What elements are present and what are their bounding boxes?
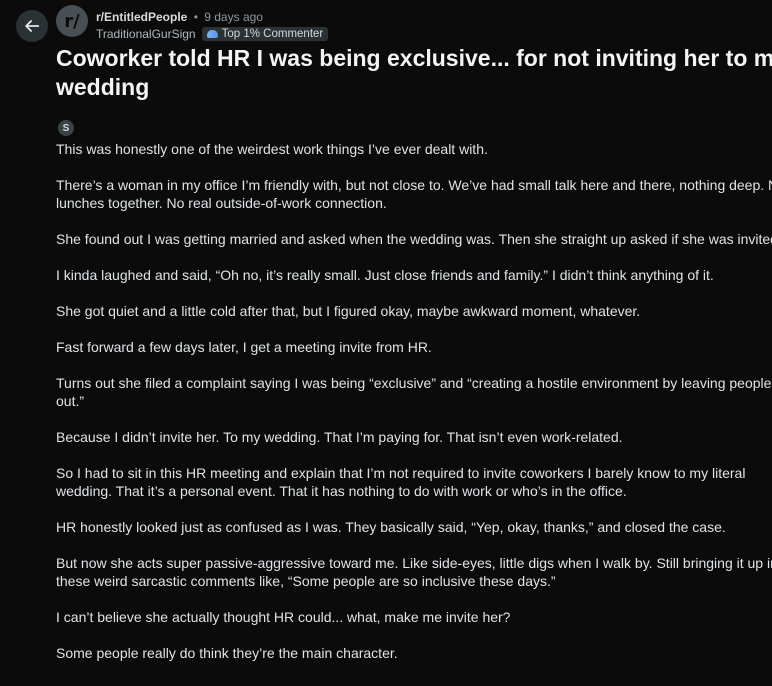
subreddit-avatar[interactable]: r/ [56,5,88,37]
paragraph-line: She found out I was getting married and … [56,231,772,247]
post-age: 9 days ago [204,10,263,24]
paragraph-line: lunches together. No real outside-of-wor… [56,195,387,211]
post-paragraph: But now she acts super passive-aggressiv… [56,554,772,590]
flair-label: Top 1% Commenter [221,28,324,40]
post-title-line-1: Coworker told HR I was being exclusive..… [56,45,772,71]
post-body: This was honestly one of the weirdest wo… [56,140,772,662]
meta-separator: • [193,10,198,24]
back-button[interactable] [16,10,48,42]
arrow-left-icon [25,20,40,32]
post-paragraph: There’s a woman in my office I’m friendl… [56,176,772,212]
paragraph-line: But now she acts super passive-aggressiv… [56,555,772,571]
post-paragraph: She got quiet and a little cold after th… [56,302,772,320]
paragraph-line: these weird sarcastic comments like, “So… [56,573,556,589]
commenter-badge-icon [206,30,218,38]
paragraph-line: Fast forward a few days later, I get a m… [56,339,432,355]
post-paragraph: HR honestly looked just as confused as I… [56,518,772,536]
paragraph-line: HR honestly looked just as confused as I… [56,519,726,535]
paragraph-line: She got quiet and a little cold after th… [56,303,641,319]
paragraph-line: I can’t believe she actually thought HR … [56,609,511,625]
user-flair: Top 1% Commenter [201,27,329,41]
paragraph-line: So I had to sit in this HR meeting and e… [56,465,746,481]
paragraph-line: Some people really do think they’re the … [56,645,398,661]
post-paragraph: I kinda laughed and said, “Oh no, it’s r… [56,266,772,284]
post-paragraph: This was honestly one of the weirdest wo… [56,140,772,158]
author-line: TraditionalGurSign Top 1% Commenter [96,27,329,41]
subreddit-link[interactable]: r/EntitledPeople [96,10,187,24]
paragraph-line: Turns out she filed a complaint saying I… [56,375,772,391]
post-badge: S [58,120,74,136]
post-paragraph: Turns out she filed a complaint saying I… [56,374,772,410]
paragraph-line: wedding. That it’s a personal event. Tha… [56,483,627,499]
post-paragraph: She found out I was getting married and … [56,230,772,248]
paragraph-line: I kinda laughed and said, “Oh no, it’s r… [56,267,714,283]
paragraph-line: Because I didn’t invite her. To my weddi… [56,429,623,445]
post-meta: r/EntitledPeople • 9 days ago [96,10,263,24]
paragraph-line: out.” [56,393,85,409]
post-paragraph: Fast forward a few days later, I get a m… [56,338,772,356]
paragraph-line: This was honestly one of the weirdest wo… [56,141,488,157]
post-paragraph: Because I didn’t invite her. To my weddi… [56,428,772,446]
author-link[interactable]: TraditionalGurSign [96,27,196,41]
post-paragraph: I can’t believe she actually thought HR … [56,608,772,626]
post-paragraph: Some people really do think they’re the … [56,644,772,662]
post-title-line-2: wedding [56,74,150,100]
paragraph-line: There’s a woman in my office I’m friendl… [56,177,772,193]
post-title: Coworker told HR I was being exclusive..… [56,44,772,102]
post-paragraph: So I had to sit in this HR meeting and e… [56,464,772,500]
